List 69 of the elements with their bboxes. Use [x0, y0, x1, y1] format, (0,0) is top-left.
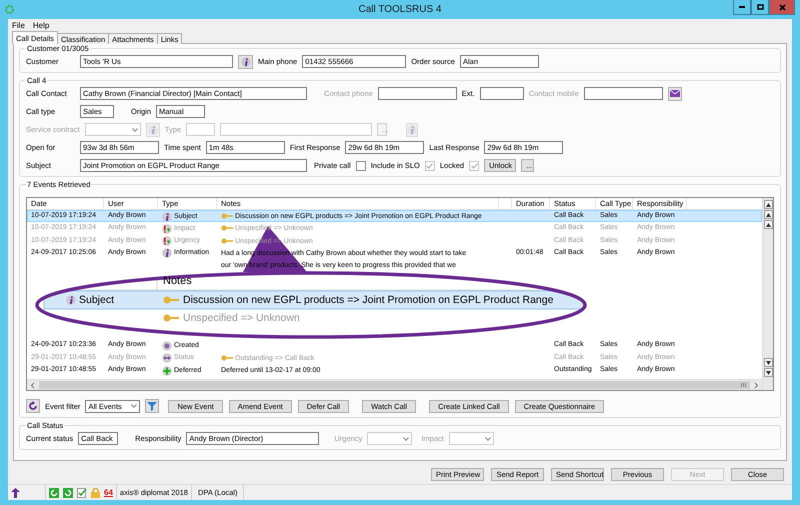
- key-icon: [221, 213, 233, 220]
- scroll-right-icon: [753, 382, 759, 388]
- input-field[interactable]: [480, 87, 524, 100]
- menu-item[interactable]: File: [12, 20, 25, 30]
- envelope-icon: [670, 90, 680, 97]
- refresh-button[interactable]: [26, 399, 40, 413]
- filter-icon: [147, 401, 158, 411]
- lock-icon: [91, 488, 100, 498]
- scroll-up-button[interactable]: [764, 200, 772, 209]
- info-icon: [407, 124, 418, 134]
- mail-button[interactable]: [668, 86, 682, 100]
- caret-icon: [484, 436, 491, 440]
- up-arrow-icon: [11, 488, 20, 498]
- maximize-icon: [756, 4, 764, 10]
- scroll-up-button[interactable]: [764, 220, 772, 229]
- maximize-button[interactable]: [751, 0, 769, 15]
- info-icon: [66, 295, 76, 306]
- refresh-icon: [28, 401, 38, 411]
- close-button[interactable]: [769, 0, 795, 15]
- window-title: Call TOOLSRUS 4: [358, 4, 442, 15]
- info-icon: [162, 212, 172, 222]
- menu-item[interactable]: Help: [32, 20, 50, 30]
- key-icon: [221, 225, 233, 232]
- checklist-icon: [77, 488, 87, 498]
- filter-button[interactable]: [145, 399, 160, 413]
- version-label: 64: [104, 488, 113, 497]
- minimize-button[interactable]: [733, 0, 751, 15]
- scroll-left-icon: [30, 382, 36, 388]
- info-icon: [148, 124, 158, 134]
- info-icon: [240, 56, 250, 66]
- minimize-icon: [739, 6, 745, 8]
- up-arrow-icon: [766, 212, 770, 216]
- app-icon: [5, 5, 14, 14]
- scroll-down-button[interactable]: [764, 358, 772, 367]
- caret-icon: [132, 128, 138, 132]
- scroll-up-button[interactable]: [764, 210, 772, 219]
- check-icon: [470, 162, 478, 168]
- key-icon: [221, 238, 233, 244]
- notes-text: Discussion on new EGPL products => Joint Promotion on EGPL Product Range: [183, 294, 554, 306]
- caret-icon: [403, 436, 410, 440]
- type-text: Subject: [79, 294, 114, 306]
- alert-icon: [162, 236, 172, 246]
- input-field[interactable]: [584, 87, 663, 100]
- scroll-down-button[interactable]: [764, 368, 772, 377]
- column-header: Notes: [163, 275, 192, 288]
- horizontal-scrollbar[interactable]: [27, 379, 762, 390]
- refresh-icon: [63, 488, 73, 498]
- plus-icon: [162, 366, 172, 376]
- arrows-icon: [162, 353, 172, 364]
- circle-icon: [162, 340, 172, 351]
- notes-text: Unspecified => Unknown: [183, 312, 300, 324]
- close-icon: [778, 4, 786, 10]
- down-arrow-icon: [766, 360, 770, 364]
- refresh-icon: [49, 488, 59, 498]
- caret-icon: [131, 404, 138, 408]
- check-icon: [426, 162, 434, 168]
- up-arrow-icon: [766, 202, 770, 206]
- up-arrow-icon: [766, 222, 770, 226]
- key-icon: [163, 314, 179, 322]
- checkbox[interactable]: [356, 160, 366, 170]
- alert-icon: [162, 224, 172, 234]
- info-button[interactable]: [238, 54, 253, 68]
- info-icon: [162, 248, 172, 258]
- key-icon: [163, 296, 179, 304]
- vertical-scrollbar[interactable]: [762, 198, 773, 390]
- input-field[interactable]: [378, 87, 457, 100]
- down-arrow-icon: [766, 370, 770, 374]
- key-icon: [221, 354, 233, 361]
- grip-icon: [741, 383, 746, 387]
